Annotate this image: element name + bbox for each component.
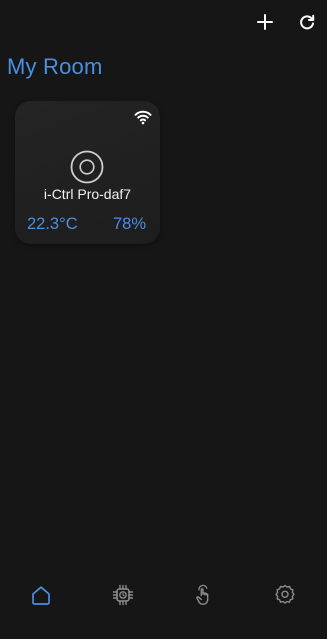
humidity-value: 78% (112, 215, 146, 233)
refresh-button[interactable] (297, 12, 317, 32)
refresh-icon (300, 14, 315, 30)
nav-chip-tab[interactable] (111, 583, 135, 607)
page-title: My Room (7, 54, 103, 79)
home-icon (32, 586, 50, 605)
add-button[interactable] (255, 12, 275, 32)
nav-touch-tab[interactable] (192, 583, 216, 607)
bottom-navigation (0, 581, 327, 639)
wifi-icon (134, 110, 152, 125)
temperature-value: 22.3°C (27, 215, 78, 233)
gear-icon (275, 584, 295, 604)
touch-icon (196, 584, 209, 605)
plus-icon (257, 14, 273, 30)
nav-home-tab[interactable] (29, 583, 53, 607)
top-action-bar (255, 12, 317, 32)
device-name: i-Ctrl Pro-daf7 (43, 186, 132, 202)
device-ring-icon (70, 150, 104, 184)
nav-settings-tab[interactable] (273, 583, 297, 607)
app-screen: My Room i-Ctrl Pro-daf7 22.3°C 78% (0, 0, 327, 639)
device-card[interactable]: i-Ctrl Pro-daf7 22.3°C 78% (15, 101, 160, 244)
chip-icon (112, 584, 134, 606)
